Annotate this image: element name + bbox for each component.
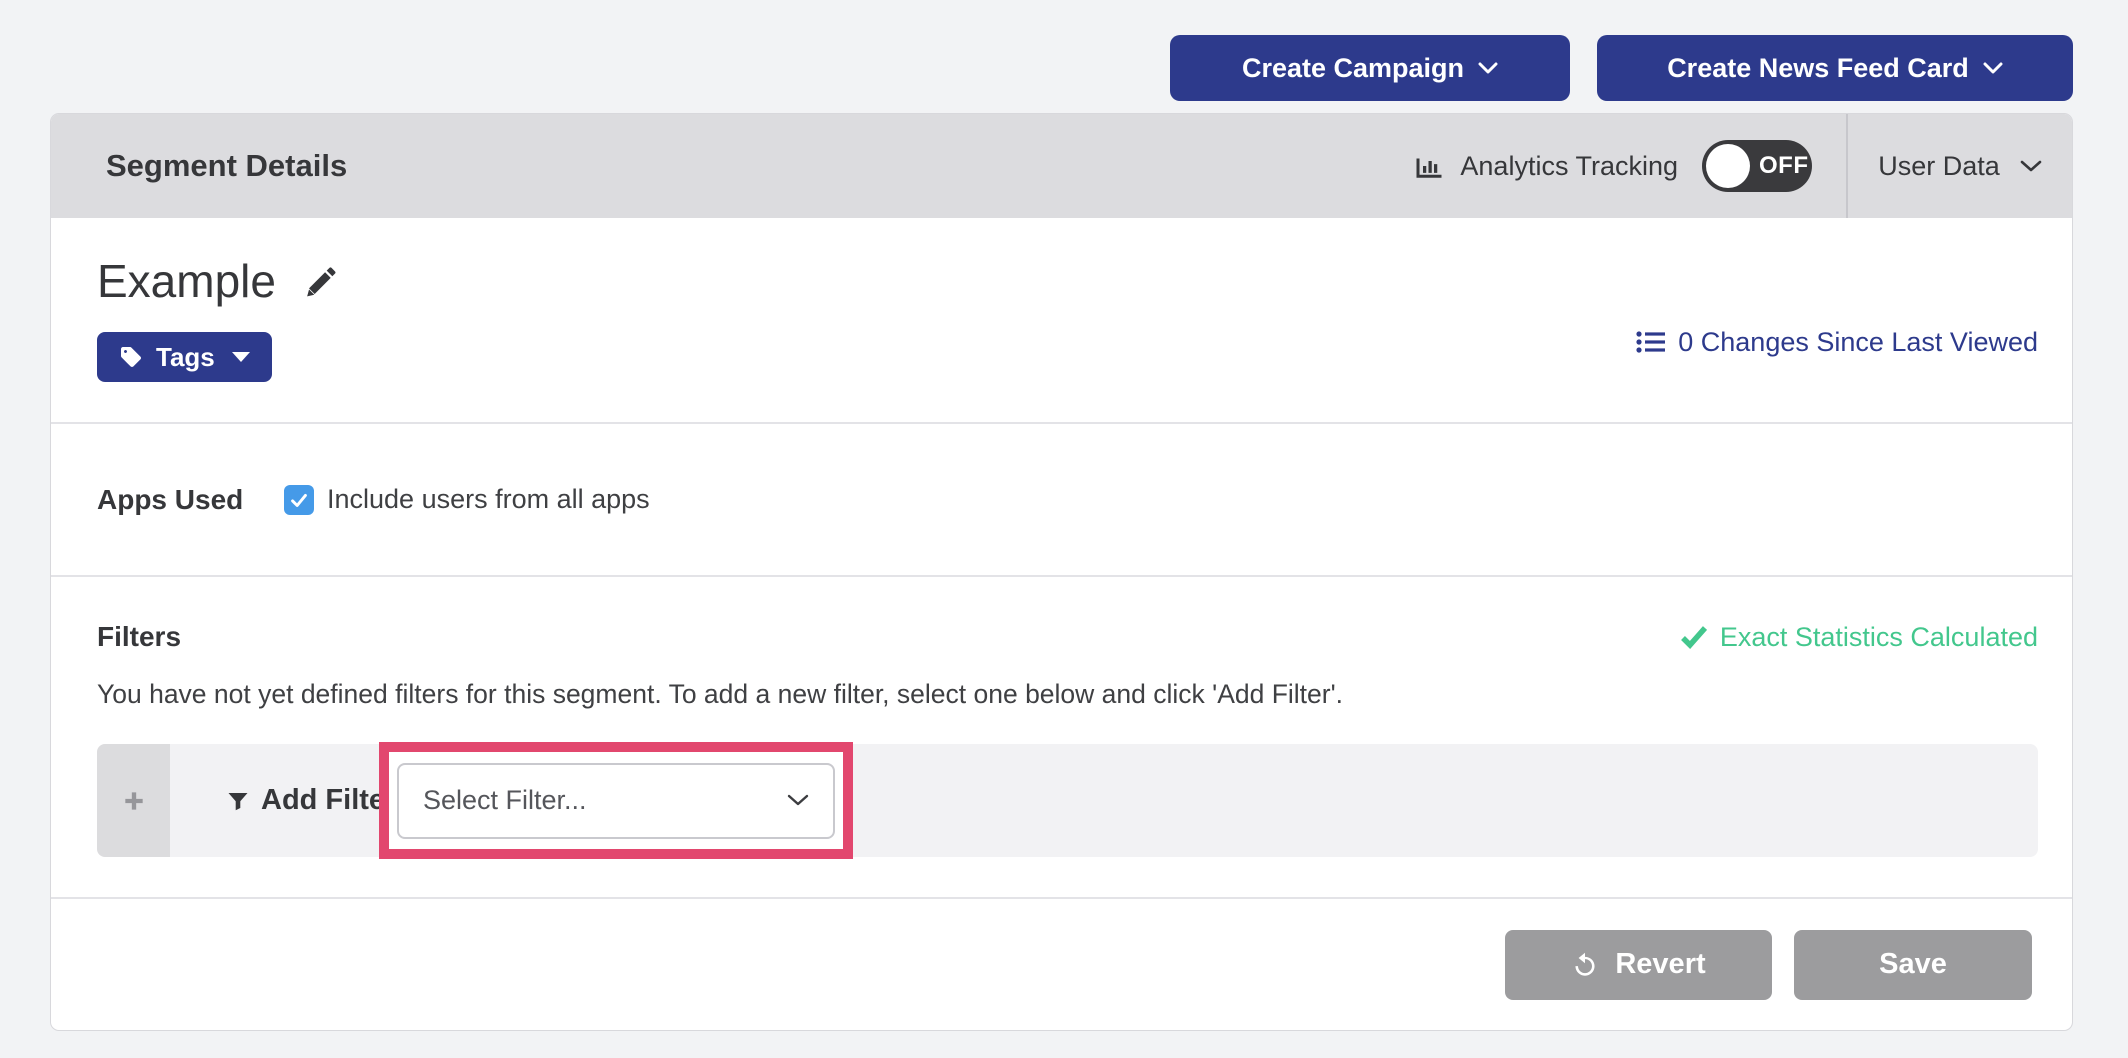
select-filter-dropdown[interactable]: Select Filter...	[397, 763, 835, 839]
footer-actions: Revert Save	[51, 897, 2072, 1030]
revert-button[interactable]: Revert	[1505, 930, 1772, 1000]
save-button[interactable]: Save	[1794, 930, 2032, 1000]
tags-button-label: Tags	[156, 342, 215, 373]
apps-used-label: Apps Used	[97, 484, 284, 516]
changes-since-last-viewed-link[interactable]: 0 Changes Since Last Viewed	[1636, 262, 2038, 422]
exact-statistics-status: Exact Statistics Calculated	[1680, 622, 2038, 653]
user-data-label: User Data	[1878, 151, 2000, 182]
add-filter-group-button[interactable]	[97, 744, 170, 857]
analytics-tracking-group: Analytics Tracking OFF	[1414, 114, 1846, 218]
plus-icon	[121, 788, 147, 814]
chevron-down-icon	[1983, 62, 2003, 75]
card-header: Segment Details Analytics Tracking OFF U…	[51, 114, 2072, 218]
analytics-tracking-label: Analytics Tracking	[1460, 151, 1678, 182]
filters-section: Filters Exact Statistics Calculated You …	[51, 575, 2072, 897]
annotation-highlight-box: Select Filter...	[379, 742, 853, 859]
add-filter-body: Add Filter Select Filter...	[170, 744, 2038, 857]
list-icon	[1636, 329, 1666, 355]
segment-details-card: Segment Details Analytics Tracking OFF U…	[50, 113, 2073, 1031]
save-label: Save	[1879, 948, 1947, 981]
segment-name: Example	[97, 254, 276, 308]
toggle-knob	[1706, 144, 1750, 188]
filters-empty-message: You have not yet defined filters for thi…	[97, 679, 2038, 710]
revert-label: Revert	[1615, 948, 1705, 981]
filter-funnel-icon	[226, 789, 250, 813]
chevron-down-icon	[1478, 62, 1498, 75]
create-news-feed-label: Create News Feed Card	[1667, 53, 1969, 84]
page-title: Segment Details	[51, 114, 1414, 218]
include-all-apps-row: Include users from all apps	[284, 484, 650, 515]
add-filter-label: Add Filter	[226, 784, 396, 817]
add-filter-text: Add Filter	[261, 784, 396, 817]
changes-link-label: 0 Changes Since Last Viewed	[1678, 327, 2038, 358]
create-news-feed-card-button[interactable]: Create News Feed Card	[1597, 35, 2073, 101]
exact-statistics-label: Exact Statistics Calculated	[1720, 622, 2038, 653]
edit-pencil-icon[interactable]	[304, 263, 340, 299]
segment-title-block: Example Tags	[97, 254, 340, 422]
include-all-apps-label: Include users from all apps	[327, 484, 650, 515]
bar-chart-icon	[1414, 151, 1444, 181]
tag-icon	[119, 345, 143, 369]
filters-heading: Filters	[97, 621, 181, 653]
create-campaign-button[interactable]: Create Campaign	[1170, 35, 1570, 101]
analytics-tracking-toggle[interactable]: OFF	[1702, 140, 1812, 192]
create-campaign-label: Create Campaign	[1242, 53, 1464, 84]
apps-used-section: Apps Used Include users from all apps	[51, 422, 2072, 575]
add-filter-row: Add Filter Select Filter...	[97, 744, 2038, 857]
check-icon	[288, 489, 310, 511]
toggle-state-label: OFF	[1759, 152, 1809, 180]
tags-button[interactable]: Tags	[97, 332, 272, 382]
segment-title-section: Example Tags 0 Chan	[51, 218, 2072, 422]
check-icon	[1680, 625, 1708, 649]
chevron-down-icon	[2020, 160, 2042, 173]
caret-down-icon	[232, 352, 250, 362]
include-all-apps-checkbox[interactable]	[284, 485, 314, 515]
user-data-dropdown[interactable]: User Data	[1848, 114, 2072, 218]
chevron-down-icon	[787, 794, 809, 807]
select-filter-placeholder: Select Filter...	[423, 785, 587, 816]
revert-icon	[1571, 951, 1599, 979]
